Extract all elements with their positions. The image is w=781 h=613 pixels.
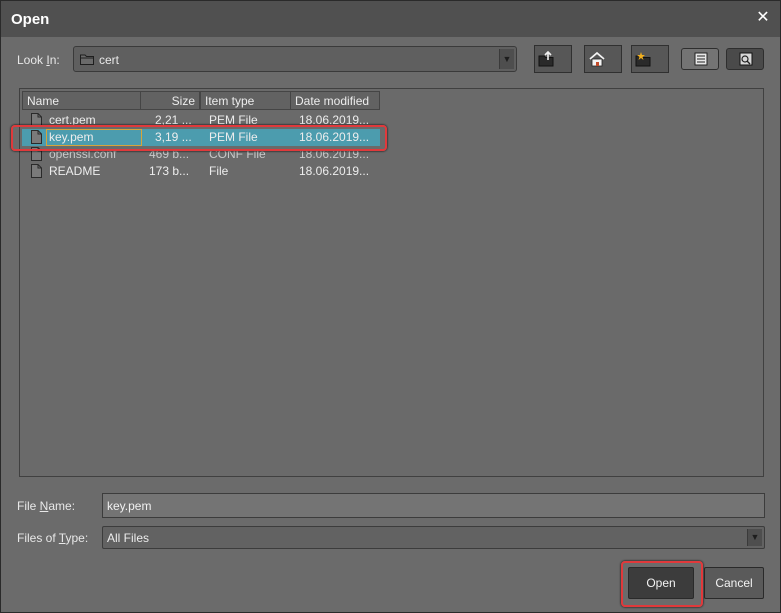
home-button[interactable] — [584, 45, 622, 73]
column-header-type[interactable]: Item type — [200, 91, 291, 110]
up-one-level-button[interactable] — [534, 45, 572, 73]
file-size: 2,21 ... — [155, 113, 192, 127]
open-dialog: Open ✕ Look In: cert ▼ Name Size Item ty… — [0, 0, 781, 613]
file-icon — [31, 164, 42, 178]
file-icon — [31, 147, 42, 161]
file-type: PEM File — [209, 113, 258, 127]
file-name: key.pem — [49, 130, 94, 144]
close-icon[interactable]: ✕ — [754, 9, 772, 27]
file-type: PEM File — [209, 130, 258, 144]
dialog-title: Open — [11, 11, 50, 28]
file-type-label-suffix: ype: — [65, 531, 89, 545]
file-size: 173 b... — [149, 164, 190, 178]
cancel-button[interactable]: Cancel — [704, 567, 764, 599]
column-header-name[interactable]: Name — [22, 91, 141, 110]
file-type-label-text: Files of — [17, 531, 59, 545]
look-in-combo[interactable]: cert ▼ — [73, 46, 517, 72]
file-type: File — [209, 164, 229, 178]
file-icon — [31, 130, 42, 144]
home-icon — [589, 51, 605, 67]
list-view-button[interactable] — [681, 48, 719, 70]
file-type-value: All Files — [107, 531, 150, 545]
file-name-label-text: File — [17, 499, 40, 513]
title-bar[interactable]: Open ✕ — [1, 1, 780, 37]
file-icon — [31, 113, 42, 127]
file-name-input[interactable] — [102, 493, 765, 518]
file-name: openssl.conf — [49, 147, 117, 161]
file-type: CONF File — [209, 147, 266, 161]
look-in-label: Look In: — [17, 53, 60, 67]
file-name-label: File Name: — [17, 499, 75, 513]
file-name-label-suffix: ame: — [48, 499, 76, 513]
list-view-icon — [694, 52, 708, 66]
file-row[interactable]: cert.pem 2,21 ... PEM File 18.06.2019... — [22, 112, 380, 129]
file-modified: 18.06.2019... — [299, 113, 370, 127]
file-modified: 18.06.2019... — [299, 164, 370, 178]
file-modified: 18.06.2019... — [299, 147, 370, 161]
look-in-label-text: Look — [17, 53, 47, 67]
look-in-value: cert — [99, 53, 120, 67]
chevron-down-icon[interactable]: ▼ — [747, 529, 762, 546]
file-size: 3,19 ... — [155, 130, 192, 144]
column-header-size[interactable]: Size — [140, 91, 200, 110]
chevron-down-icon[interactable]: ▼ — [499, 49, 514, 69]
open-button[interactable]: Open — [628, 567, 694, 599]
details-view-icon — [739, 52, 753, 66]
file-type-combo[interactable]: All Files ▼ — [102, 526, 765, 549]
file-modified: 18.06.2019... — [299, 130, 370, 144]
new-folder-button[interactable] — [631, 45, 669, 73]
column-header-modified[interactable]: Date modified — [290, 91, 380, 110]
look-in-label-suffix: n: — [49, 53, 60, 67]
details-view-button[interactable] — [726, 48, 764, 70]
file-list[interactable]: Name Size Item type Date modified cert.p… — [19, 88, 764, 477]
file-name: README — [49, 164, 101, 178]
file-type-label: Files of Type: — [17, 531, 88, 545]
file-row[interactable]: README 173 b... File 18.06.2019... — [22, 163, 380, 180]
new-folder-icon — [635, 52, 651, 67]
file-size: 469 b... — [149, 147, 190, 161]
file-name: cert.pem — [49, 113, 96, 127]
file-row-selected[interactable]: key.pem 3,19 ... PEM File 18.06.2019... — [22, 129, 380, 146]
up-one-level-icon — [538, 50, 554, 67]
folder-icon — [80, 54, 94, 65]
file-row[interactable]: openssl.conf 469 b... CONF File 18.06.20… — [22, 146, 380, 163]
